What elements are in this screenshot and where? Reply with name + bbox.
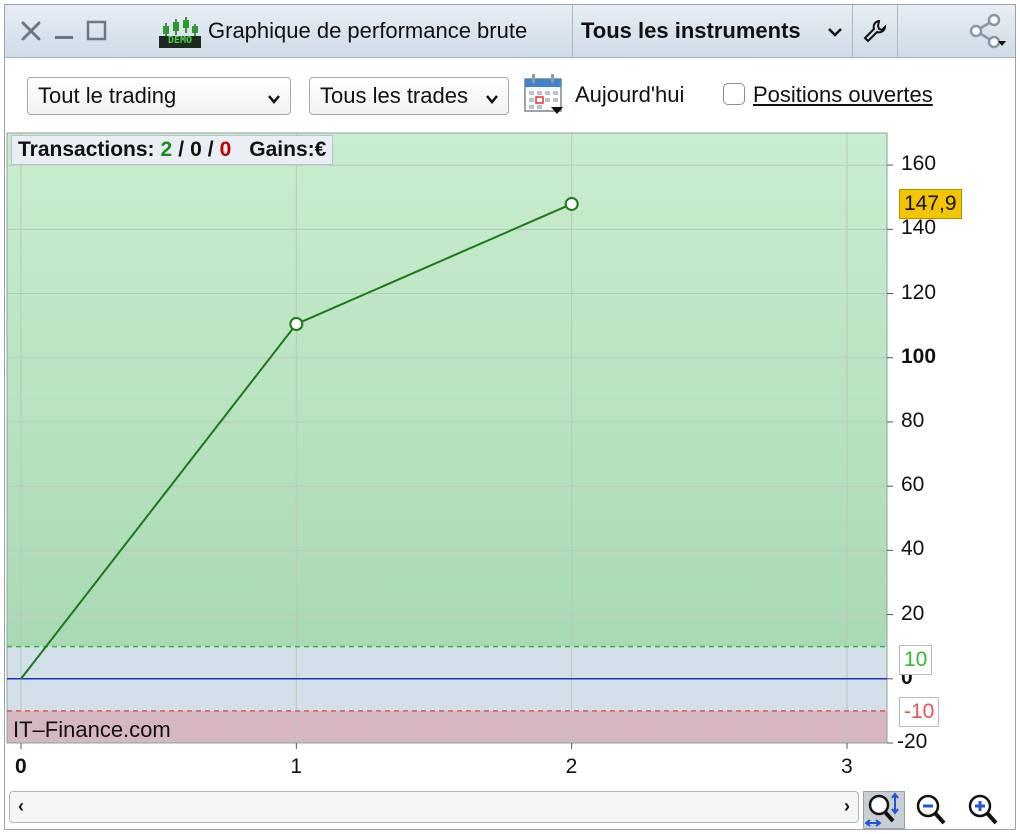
instrument-selector[interactable]: Tous les instruments [573, 5, 851, 57]
chevron-down-icon [827, 25, 843, 43]
date-label[interactable]: Aujourd'hui [575, 82, 684, 108]
y-tick-label: 120 [901, 280, 937, 304]
scroll-left-icon[interactable]: ‹ [18, 796, 24, 817]
x-tick-label: 3 [841, 755, 853, 778]
x-tick-label: 1 [290, 755, 303, 778]
transactions-label: Transactions: [18, 138, 155, 161]
data-point [564, 196, 579, 211]
maximize-icon[interactable] [83, 15, 111, 47]
y-tick-label: -20 [897, 730, 928, 753]
zoom-out-icon [916, 794, 946, 825]
gains-label: Gains: [249, 138, 315, 161]
chevron-down-icon [266, 87, 282, 113]
neutral-count: 0 [190, 138, 202, 161]
instrument-selector-label: Tous les instruments [581, 18, 801, 43]
lower-threshold-badge: -10 [899, 696, 940, 727]
zoom-in-icon [968, 794, 998, 825]
scope-select[interactable]: Tout le trading [27, 77, 291, 115]
profit-zone [7, 133, 887, 647]
trades-select[interactable]: Tous les trades [309, 77, 509, 115]
transactions-summary: Transactions: 2 / 0 / 0 Gains: € [11, 135, 334, 165]
window-title: Graphique de performance brute [208, 18, 528, 43]
y-tick-label: 20 [901, 601, 925, 625]
zoom-in-button[interactable] [963, 791, 1005, 829]
title-bar: DEMO Graphique de performance brute Tous… [5, 5, 1015, 58]
separator: / [178, 138, 185, 161]
watermark: IT–Finance.com [13, 717, 171, 742]
y-tick-label: 40 [901, 537, 925, 561]
y-tick-label: 100 [901, 344, 937, 368]
gains-currency: € [314, 138, 327, 161]
separator: / [207, 138, 214, 161]
zoom-auto-button[interactable] [863, 791, 905, 829]
data-point [289, 317, 304, 332]
wrench-icon[interactable] [857, 15, 893, 47]
auto-zoom-icon [865, 792, 899, 827]
upper-threshold-badge: 10 [899, 644, 933, 675]
last-value-badge: 147,9 [899, 188, 962, 219]
y-tick-label: 160 [901, 152, 937, 176]
wins-count: 2 [160, 138, 173, 161]
share-icon[interactable] [967, 13, 1009, 49]
close-icon[interactable] [15, 15, 47, 47]
x-tick-label: 2 [565, 755, 578, 778]
open-positions-label[interactable]: Positions ouvertes [753, 82, 933, 108]
chevron-down-icon [484, 87, 500, 113]
trades-select-value: Tous les trades [320, 83, 468, 108]
performance-chart [6, 132, 893, 749]
open-positions-checkbox[interactable] [723, 83, 745, 105]
demo-badge: DEMO [167, 35, 193, 46]
minimize-icon[interactable] [51, 15, 77, 47]
y-tick-label: 140 [901, 216, 937, 240]
x-tick-label: 0 [15, 755, 27, 778]
calendar-icon[interactable] [523, 71, 565, 115]
y-tick-label: 60 [901, 473, 925, 497]
demo-candles-icon: DEMO [157, 15, 203, 49]
zoom-out-button[interactable] [911, 791, 953, 829]
y-tick-label: 80 [901, 408, 925, 432]
losses-count: 0 [219, 138, 232, 161]
horizontal-scrollbar[interactable]: ‹ › [9, 791, 859, 823]
scope-select-value: Tout le trading [38, 83, 177, 108]
scroll-right-icon[interactable]: › [844, 796, 850, 817]
performance-chart-window: DEMO Graphique de performance brute Tous… [4, 4, 1016, 830]
